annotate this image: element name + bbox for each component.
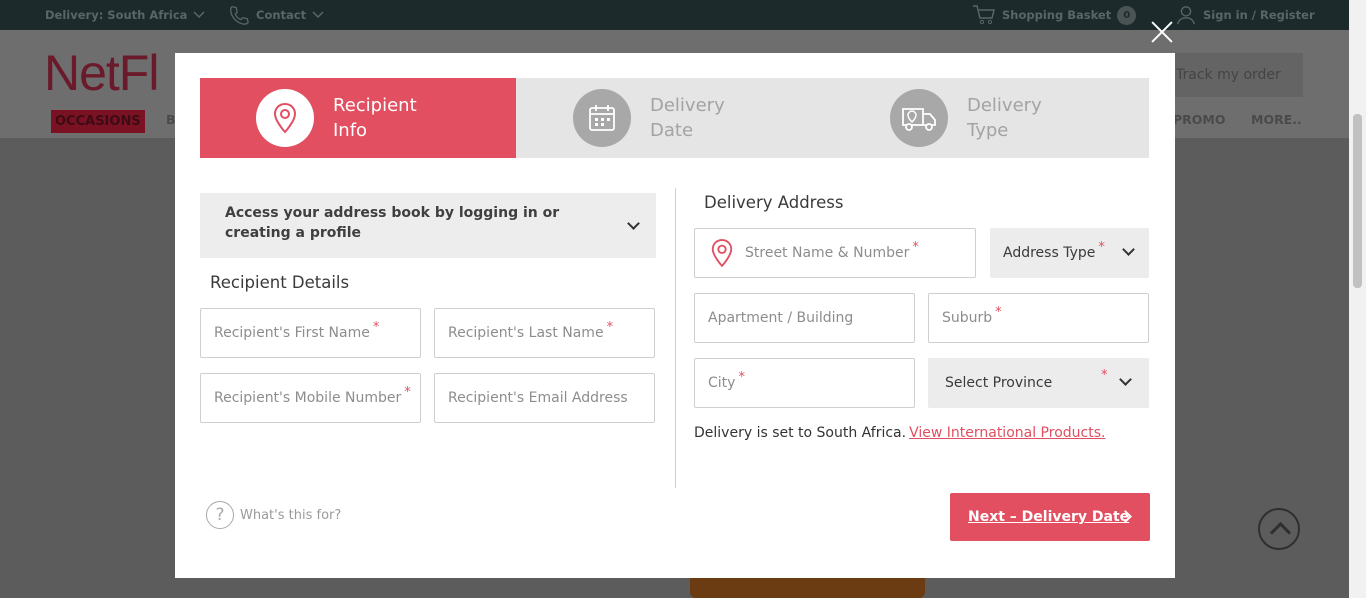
recipient-last-name-field[interactable]: Recipient's Last Name * <box>434 308 655 358</box>
apartment-placeholder: Apartment / Building <box>708 310 854 326</box>
delivery-address-title: Delivery Address <box>704 193 844 212</box>
province-label: Select Province <box>945 375 1053 391</box>
step-delivery-type[interactable]: Delivery Type <box>890 78 1077 158</box>
help-text: What's this for? <box>240 507 342 523</box>
location-pin-icon <box>273 102 297 134</box>
email-placeholder: Recipient's Email Address <box>448 390 628 406</box>
cart-icon <box>973 5 995 25</box>
province-select[interactable]: Select Province * <box>928 358 1149 408</box>
phone-icon <box>230 6 249 25</box>
suburb-placeholder: Suburb <box>942 310 993 326</box>
required-asterisk: * <box>738 369 745 385</box>
city-field[interactable]: City * <box>694 358 915 408</box>
international-products-link[interactable]: View International Products. <box>909 425 1105 441</box>
address-type-label: Address Type <box>1003 245 1096 261</box>
required-asterisk: * <box>912 239 919 255</box>
recipient-email-field[interactable]: Recipient's Email Address <box>434 373 655 423</box>
chevron-down-icon <box>1122 243 1135 256</box>
delivery-country-label: Delivery: South Africa <box>45 8 188 22</box>
nav-occasions[interactable]: OCCASIONS <box>51 110 145 133</box>
contact-menu[interactable]: Contact <box>228 4 324 26</box>
location-pin-icon <box>711 239 733 268</box>
checkout-steps: Recipient Info Delivery Date Delivery Ty… <box>200 78 1149 158</box>
checkout-modal: Recipient Info Delivery Date Delivery Ty… <box>175 53 1175 578</box>
nav-more[interactable]: MORE.. <box>1251 112 1302 127</box>
chevron-down-icon <box>312 11 324 19</box>
first-name-placeholder: Recipient's First Name <box>214 325 370 341</box>
required-asterisk: * <box>404 384 411 400</box>
shopping-basket[interactable]: Shopping Basket 0 <box>972 4 1137 26</box>
required-asterisk: * <box>995 304 1002 320</box>
required-asterisk: * <box>372 319 380 335</box>
top-bar: Delivery: South Africa Contact Shopping … <box>0 0 1349 30</box>
column-divider <box>675 188 676 488</box>
last-name-placeholder: Recipient's Last Name <box>448 325 604 341</box>
step-recipient-info[interactable]: Recipient Info <box>200 78 516 158</box>
next-button-label: Next – Delivery Date <box>968 509 1130 525</box>
street-address-field[interactable]: Street Name & Number * <box>694 228 976 278</box>
recipient-details-title: Recipient Details <box>210 273 350 292</box>
chevron-down-icon <box>627 217 640 230</box>
delivery-country-note: Delivery is set to South Africa. View Int… <box>694 425 1105 441</box>
suburb-field[interactable]: Suburb * <box>928 293 1149 343</box>
step-label: Delivery Date <box>650 95 725 141</box>
chevron-down-icon <box>1119 373 1132 386</box>
required-asterisk: * <box>1101 368 1108 383</box>
calendar-icon <box>589 105 615 131</box>
track-order-button[interactable]: Track my order <box>1158 53 1303 97</box>
step-label: Delivery Type <box>967 95 1042 141</box>
delivery-note-text: Delivery is set to South Africa. <box>694 425 907 441</box>
recipient-mobile-field[interactable]: Recipient's Mobile Number * <box>200 373 421 423</box>
user-icon <box>1177 6 1195 25</box>
basket-label: Shopping Basket <box>1002 8 1112 22</box>
address-type-select[interactable]: Address Type * <box>990 228 1149 278</box>
scrollbar-thumb[interactable] <box>1353 114 1362 288</box>
scroll-to-top-button[interactable] <box>1258 508 1300 550</box>
chevron-down-icon <box>193 11 205 19</box>
sign-in-link[interactable]: Sign in / Register <box>1175 4 1315 26</box>
address-book-text: Access your address book by logging in o… <box>225 205 560 241</box>
required-asterisk: * <box>1098 239 1105 255</box>
address-book-accordion[interactable]: Access your address book by logging in o… <box>200 193 656 258</box>
page-scrollbar[interactable] <box>1349 0 1366 598</box>
close-modal-icon[interactable] <box>1150 20 1174 44</box>
step-label: Recipient Info <box>333 95 417 141</box>
contact-label: Contact <box>256 8 307 22</box>
background-banner <box>690 578 925 598</box>
apartment-field[interactable]: Apartment / Building <box>694 293 915 343</box>
basket-count-badge: 0 <box>1117 5 1137 25</box>
sign-in-label: Sign in / Register <box>1203 8 1315 22</box>
step-delivery-date[interactable]: Delivery Date <box>573 78 760 158</box>
city-placeholder: City <box>708 375 736 391</box>
mobile-placeholder: Recipient's Mobile Number <box>214 390 402 406</box>
street-placeholder: Street Name & Number <box>745 245 910 261</box>
step-icon-circle <box>890 89 948 147</box>
next-delivery-date-button[interactable]: Next – Delivery Date <box>950 493 1150 541</box>
nav-promo[interactable]: PROMO <box>1173 112 1225 127</box>
step-icon-circle <box>256 89 314 147</box>
recipient-first-name-field[interactable]: Recipient's First Name * <box>200 308 421 358</box>
delivery-truck-icon <box>902 108 936 131</box>
delivery-country-selector[interactable]: Delivery: South Africa <box>45 8 205 22</box>
help-link[interactable]: ? What's this for? <box>206 501 341 529</box>
required-asterisk: * <box>606 319 614 335</box>
site-logo[interactable]: NetFl <box>44 44 159 102</box>
question-mark-icon: ? <box>206 501 234 529</box>
step-icon-circle <box>573 89 631 147</box>
